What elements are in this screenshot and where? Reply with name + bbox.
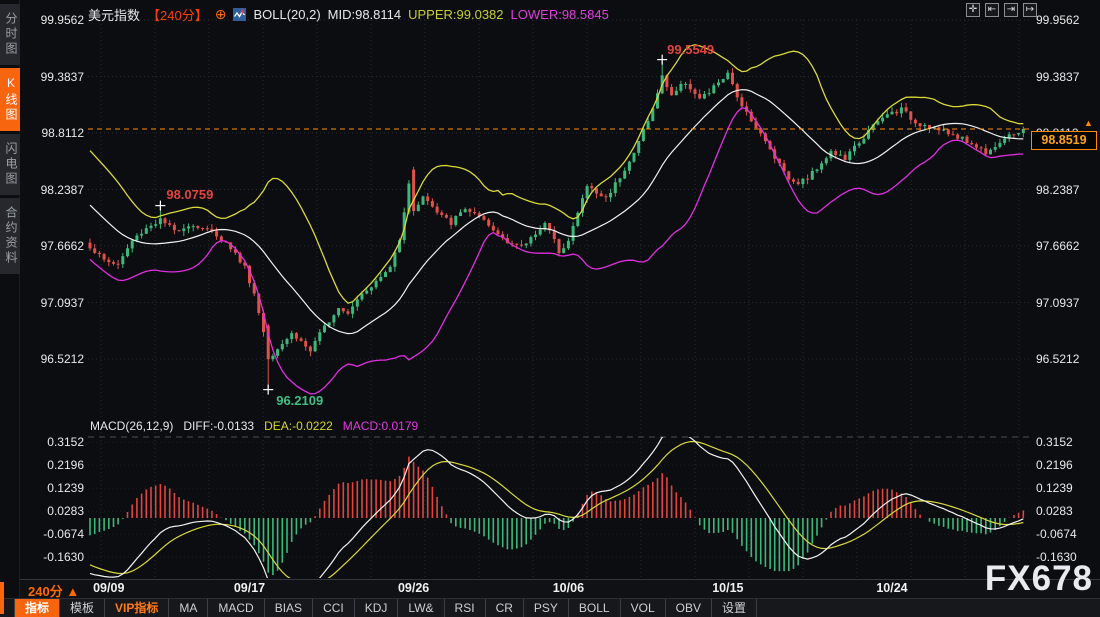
- app-root: 分时图 K线图闪电图合约资料 美元指数 【240分】 ⊕ BOLL(20,2) M…: [0, 0, 1100, 617]
- macd-macd-value: MACD:0.0179: [343, 419, 418, 433]
- price-axis-label-right: 99.9562: [1036, 13, 1079, 27]
- boll-upper-value: UPPER:99.0382: [408, 7, 503, 22]
- price-axis-label-left: 97.0937: [26, 296, 84, 310]
- macd-dea-value: DEA:-0.0222: [264, 419, 333, 433]
- macd-axis-label-right: 0.0283: [1036, 504, 1073, 518]
- toolbar-item-MACD[interactable]: MACD: [208, 599, 264, 617]
- price-axis-label-left: 97.6662: [26, 239, 84, 253]
- price-axis-label-right: 99.3837: [1036, 70, 1079, 84]
- toolbar-item-模板[interactable]: 模板: [60, 599, 105, 617]
- window-controls: ✛ ⇤ ⇥ ↦: [966, 3, 1037, 17]
- symbol-title: 美元指数: [88, 5, 140, 24]
- price-axis-label-right: 97.0937: [1036, 296, 1079, 310]
- macd-axis-label-left: -0.0674: [26, 527, 84, 541]
- macd-axis-label-right: 0.2196: [1036, 458, 1073, 472]
- chart-header: 美元指数 【240分】 ⊕ BOLL(20,2) MID:98.8114 UPP…: [88, 5, 609, 24]
- sidebar-tab-kline-chart[interactable]: K线图: [0, 68, 20, 131]
- mini-kline-icon: [233, 8, 246, 21]
- macd-axis-label-left: 0.0283: [26, 504, 84, 518]
- price-axis-label-left: 99.9562: [26, 13, 84, 27]
- toolbar-item-CCI[interactable]: CCI: [313, 599, 355, 617]
- chart-canvas[interactable]: [0, 0, 1100, 617]
- period-label: 【240分】: [147, 5, 208, 24]
- price-axis-label-right: 97.6662: [1036, 239, 1079, 253]
- x-axis-date: 10/15: [706, 581, 750, 595]
- sidebar-tab-minute-chart[interactable]: 分时图: [0, 4, 20, 65]
- link-icon[interactable]: ⊕: [215, 8, 227, 21]
- x-axis-date: 09/26: [392, 581, 436, 595]
- toolbar-item-PSY[interactable]: PSY: [524, 599, 569, 617]
- macd-axis-label-left: -0.1630: [26, 550, 84, 564]
- sidebar-tab-flash-chart[interactable]: 闪电图: [0, 134, 20, 195]
- macd-axis-label-right: 0.3152: [1036, 435, 1073, 449]
- boll-lower-value: LOWER:98.5845: [511, 7, 609, 22]
- toolbar-item-OBV[interactable]: OBV: [666, 599, 712, 617]
- last-price-tag: 98.8519: [1031, 131, 1097, 150]
- price-axis-label-right: 98.2387: [1036, 183, 1079, 197]
- toolbar-item-指标[interactable]: 指标: [14, 599, 60, 617]
- boll-mid-value: MID:98.8114: [328, 7, 401, 22]
- toolbar-item-VOL[interactable]: VOL: [621, 599, 666, 617]
- price-axis-label-left: 96.5212: [26, 352, 84, 366]
- toolbar-item-BOLL[interactable]: BOLL: [569, 599, 621, 617]
- x-axis-date: 10/06: [546, 581, 590, 595]
- scroll-right-icon[interactable]: ⇥: [1004, 3, 1018, 17]
- macd-axis-label-left: 0.3152: [26, 435, 84, 449]
- macd-diff-value: DIFF:-0.0133: [183, 419, 254, 433]
- toolbar-item-KDJ[interactable]: KDJ: [355, 599, 399, 617]
- annotation-low: 96.2109: [276, 393, 323, 408]
- period-text: 240分: [28, 584, 63, 599]
- toolbar-item-CR[interactable]: CR: [486, 599, 524, 617]
- toolbar-item-VIP指标[interactable]: VIP指标: [105, 599, 169, 617]
- macd-header: MACD(26,12,9) DIFF:-0.0133 DEA:-0.0222 M…: [90, 419, 418, 433]
- macd-axis-label-left: 0.1239: [26, 481, 84, 495]
- left-edge-grip[interactable]: [0, 582, 4, 614]
- sidebar: 分时图 K线图闪电图合约资料: [0, 0, 20, 617]
- macd-formula: MACD(26,12,9): [90, 419, 173, 433]
- x-axis-date: 09/09: [87, 581, 131, 595]
- toolbar-item-RSI[interactable]: RSI: [445, 599, 486, 617]
- x-axis-date: 10/24: [870, 581, 914, 595]
- bottom-toolbar: 指标模板VIP指标MAMACDBIASCCIKDJLW&RSICRPSYBOLL…: [0, 598, 1100, 617]
- sidebar-tab-contract-info[interactable]: 合约资料: [0, 198, 20, 274]
- period-arrow-icon: ▲: [66, 584, 79, 599]
- annotation-swing-high: 98.0759: [166, 187, 213, 202]
- macd-axis-label-left: 0.2196: [26, 458, 84, 472]
- annotation-high: 99.5549: [667, 42, 714, 57]
- price-axis-label-left: 98.8112: [26, 126, 84, 140]
- macd-axis-label-right: 0.1239: [1036, 481, 1073, 495]
- price-axis-label-right: 96.5212: [1036, 352, 1079, 366]
- price-axis-label-left: 98.2387: [26, 183, 84, 197]
- toolbar-item-MA[interactable]: MA: [169, 599, 208, 617]
- price-axis-label-left: 99.3837: [26, 70, 84, 84]
- toolbar-item-设置[interactable]: 设置: [712, 599, 757, 617]
- crosshair-icon[interactable]: ✛: [966, 3, 980, 17]
- macd-axis-label-right: -0.0674: [1036, 527, 1077, 541]
- watermark-logo: FX678: [985, 560, 1093, 598]
- x-axis-date: 09/17: [227, 581, 271, 595]
- last-price-arrow-icon: ▲: [1084, 118, 1093, 128]
- toolbar-item-BIAS[interactable]: BIAS: [265, 599, 313, 617]
- jump-latest-icon[interactable]: ↦: [1023, 3, 1037, 17]
- toolbar-item-LW&[interactable]: LW&: [398, 599, 444, 617]
- boll-label: BOLL(20,2): [253, 7, 320, 22]
- scroll-left-icon[interactable]: ⇤: [985, 3, 999, 17]
